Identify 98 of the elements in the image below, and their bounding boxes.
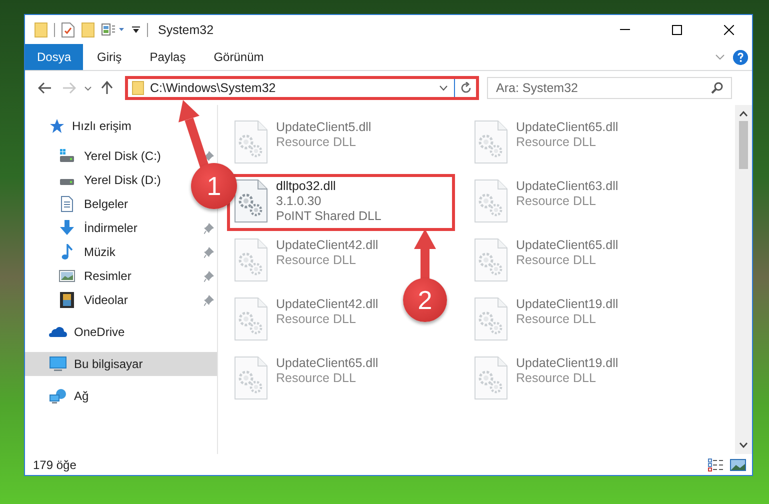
nav-item[interactable]: Yerel Disk (D:) — [25, 168, 165, 192]
drive-icon — [59, 148, 75, 164]
ribbon-tab[interactable]: Giriş — [83, 44, 136, 70]
minimize-icon — [620, 29, 630, 30]
large-icons-view-icon[interactable] — [730, 458, 746, 472]
music-note-icon — [59, 244, 75, 260]
nav-item[interactable]: Bu bilgisayar — [25, 352, 217, 376]
file-detail: Resource DLL — [276, 253, 357, 267]
pin-icon[interactable] — [204, 150, 214, 162]
file-detail: Resource DLL — [516, 371, 597, 385]
film-icon — [59, 292, 75, 308]
scroll-up-icon[interactable] — [739, 111, 748, 117]
file-item[interactable]: UpdateClient42.dll Resource DLL — [227, 292, 386, 349]
file-item[interactable]: UpdateClient63.dll Resource DLL — [467, 174, 626, 231]
file-name: UpdateClient19.dll — [516, 297, 618, 311]
nav-item[interactable]: Müzik — [25, 240, 120, 264]
dll-file-icon — [234, 297, 268, 341]
ribbon-tab[interactable]: Paylaş — [136, 44, 200, 70]
file-name: UpdateClient63.dll — [516, 179, 618, 193]
dll-file-icon — [474, 179, 508, 223]
scroll-down-icon[interactable] — [739, 442, 748, 448]
file-name: UpdateClient42.dll — [276, 238, 378, 252]
close-icon — [724, 24, 734, 34]
cloud-icon — [49, 326, 67, 338]
file-item[interactable]: UpdateClient19.dll Resource DLL — [467, 351, 626, 408]
file-detail: PoINT Shared DLL — [276, 209, 382, 223]
dll-file-icon — [474, 297, 508, 341]
file-detail: Resource DLL — [516, 312, 597, 326]
file-item[interactable]: UpdateClient65.dll Resource DLL — [227, 351, 386, 408]
dll-file-icon — [474, 120, 508, 164]
document-icon — [59, 196, 75, 212]
file-detail: Resource DLL — [276, 371, 357, 385]
file-item[interactable]: UpdateClient42.dll Resource DLL — [227, 233, 386, 290]
file-name: UpdateClient42.dll — [276, 297, 378, 311]
nav-item[interactable]: Resimler — [25, 264, 136, 288]
file-name: UpdateClient65.dll — [516, 238, 618, 252]
file-menu-tab[interactable]: Dosya — [25, 44, 84, 70]
pin-icon[interactable] — [204, 222, 214, 234]
file-detail: Resource DLL — [516, 253, 597, 267]
maximize-icon — [672, 24, 682, 34]
nav-item[interactable]: OneDrive — [25, 320, 129, 344]
file-item[interactable]: UpdateClient19.dll Resource DLL — [467, 292, 626, 349]
pin-icon[interactable] — [204, 294, 214, 306]
folder-icon — [132, 81, 144, 95]
file-name: UpdateClient65.dll — [516, 120, 618, 134]
address-bar[interactable]: C:\Windows\System32 — [125, 76, 479, 100]
download-arrow-icon — [59, 220, 75, 236]
drive-icon — [59, 178, 75, 186]
file-item[interactable]: UpdateClient65.dll Resource DLL — [467, 115, 626, 172]
file-name: UpdateClient5.dll — [276, 120, 372, 134]
dll-file-icon — [474, 356, 508, 400]
annotation-arrow — [178, 100, 210, 170]
dll-file-icon — [234, 238, 268, 282]
network-icon — [49, 388, 67, 404]
monitor-icon — [49, 356, 67, 372]
scrollbar[interactable] — [735, 105, 752, 454]
item-count: 179 öğe — [33, 458, 78, 472]
properties-icon[interactable] — [61, 22, 75, 38]
file-detail: 3.1.0.30 — [276, 194, 322, 208]
forward-arrow-icon — [62, 82, 76, 94]
expand-ribbon-icon[interactable] — [715, 54, 725, 60]
back-arrow-icon — [38, 82, 52, 94]
customize-icon[interactable] — [101, 22, 125, 36]
refresh-icon — [460, 82, 472, 94]
dropdown-caret-icon[interactable] — [131, 24, 141, 34]
nav-item[interactable]: İndirmeler — [25, 216, 142, 240]
nav-item[interactable]: Belgeler — [25, 192, 132, 216]
nav-item[interactable]: Videolar — [25, 288, 132, 312]
file-name: UpdateClient19.dll — [516, 356, 618, 370]
ribbon-tab[interactable]: Görünüm — [200, 44, 278, 70]
file-detail: Resource DLL — [516, 135, 597, 149]
picture-icon — [59, 268, 75, 284]
search-field[interactable]: Ara: System32 — [487, 77, 732, 99]
file-name: dlltpo32.dll — [276, 179, 337, 193]
nav-item[interactable]: Yerel Disk (C:) — [25, 144, 165, 168]
scroll-thumb[interactable] — [739, 121, 748, 169]
star-icon — [49, 118, 65, 134]
dll-file-icon — [234, 356, 268, 400]
pin-icon[interactable] — [204, 270, 214, 282]
file-name: UpdateClient65.dll — [276, 356, 378, 370]
search-icon — [711, 82, 723, 94]
annotation-arrow — [414, 229, 436, 280]
nav-item[interactable]: Hızlı erişim — [25, 114, 136, 138]
file-item[interactable]: UpdateClient65.dll Resource DLL — [467, 233, 626, 290]
dll-file-icon — [234, 120, 268, 164]
pin-icon[interactable] — [204, 246, 214, 258]
help-icon[interactable] — [733, 50, 748, 64]
details-view-icon[interactable] — [708, 458, 724, 472]
file-detail: Resource DLL — [276, 312, 357, 326]
chevron-down-icon — [84, 86, 92, 90]
dll-file-icon — [474, 238, 508, 282]
up-arrow-icon — [101, 81, 113, 95]
file-detail: Resource DLL — [276, 135, 357, 149]
dropdown-chevron-icon[interactable] — [439, 85, 448, 91]
window-title: System32 — [158, 22, 214, 36]
nav-item[interactable]: Ağ — [25, 384, 93, 408]
file-detail: Resource DLL — [516, 194, 597, 208]
dll-file-icon — [234, 179, 268, 223]
